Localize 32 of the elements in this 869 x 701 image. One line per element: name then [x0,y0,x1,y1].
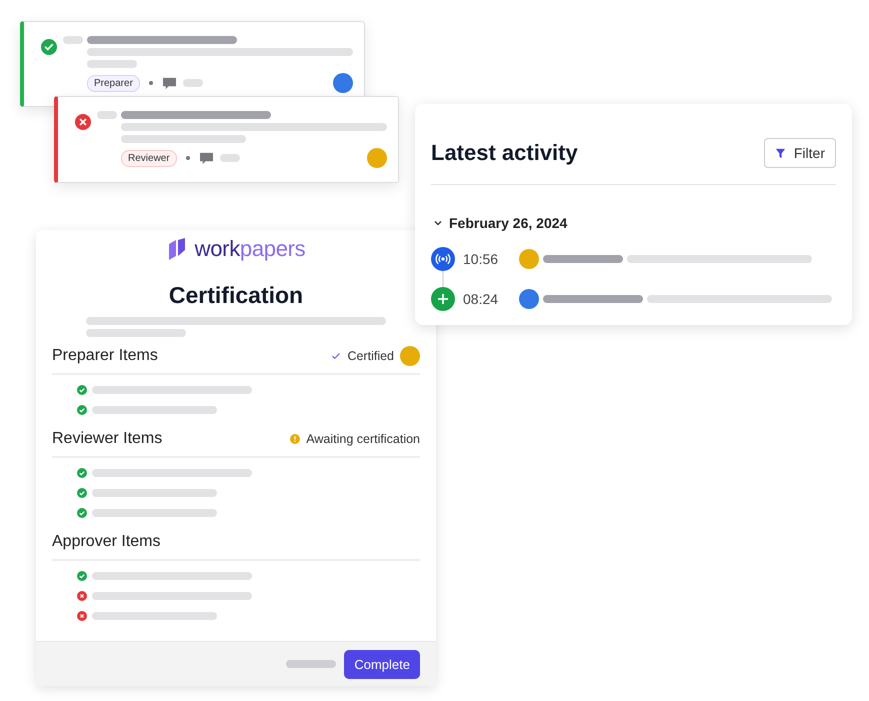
section-title: Approver Items [52,533,160,551]
text-placeholder [286,660,336,668]
card-title: Latest activity [431,140,578,166]
section-title: Reviewer Items [52,430,162,448]
section-title: Preparer Items [52,347,158,365]
event-time: 10:56 [463,251,500,267]
card-title: Certification [168,282,304,309]
text-placeholder [182,79,203,87]
text-placeholder [63,36,83,44]
funnel-icon [774,148,786,158]
status-label: Certified [347,349,394,363]
plus-icon [431,287,455,311]
role-tag: Preparer [87,74,140,92]
bullet-icon [148,81,153,85]
warning-icon [290,434,300,444]
complete-button[interactable]: Complete [344,650,420,678]
status-label: Awaiting certification [306,432,420,446]
logo-text: workpapers [194,236,306,262]
bullet-icon [186,156,190,160]
text-placeholder [87,60,137,68]
chevron-icon[interactable] [433,218,443,228]
logo-icon [166,238,187,260]
broadcast-icon [431,247,455,271]
date-heading: February 26, 2024 [449,215,568,231]
text-placeholder [97,111,117,119]
check-icon [331,351,342,361]
role-tag: Reviewer [121,150,177,166]
text-placeholder [220,154,240,162]
comment-icon [198,152,214,164]
filter-button[interactable]: Filter [764,138,836,168]
event-time: 08:24 [463,291,500,307]
comment-icon [162,76,177,90]
